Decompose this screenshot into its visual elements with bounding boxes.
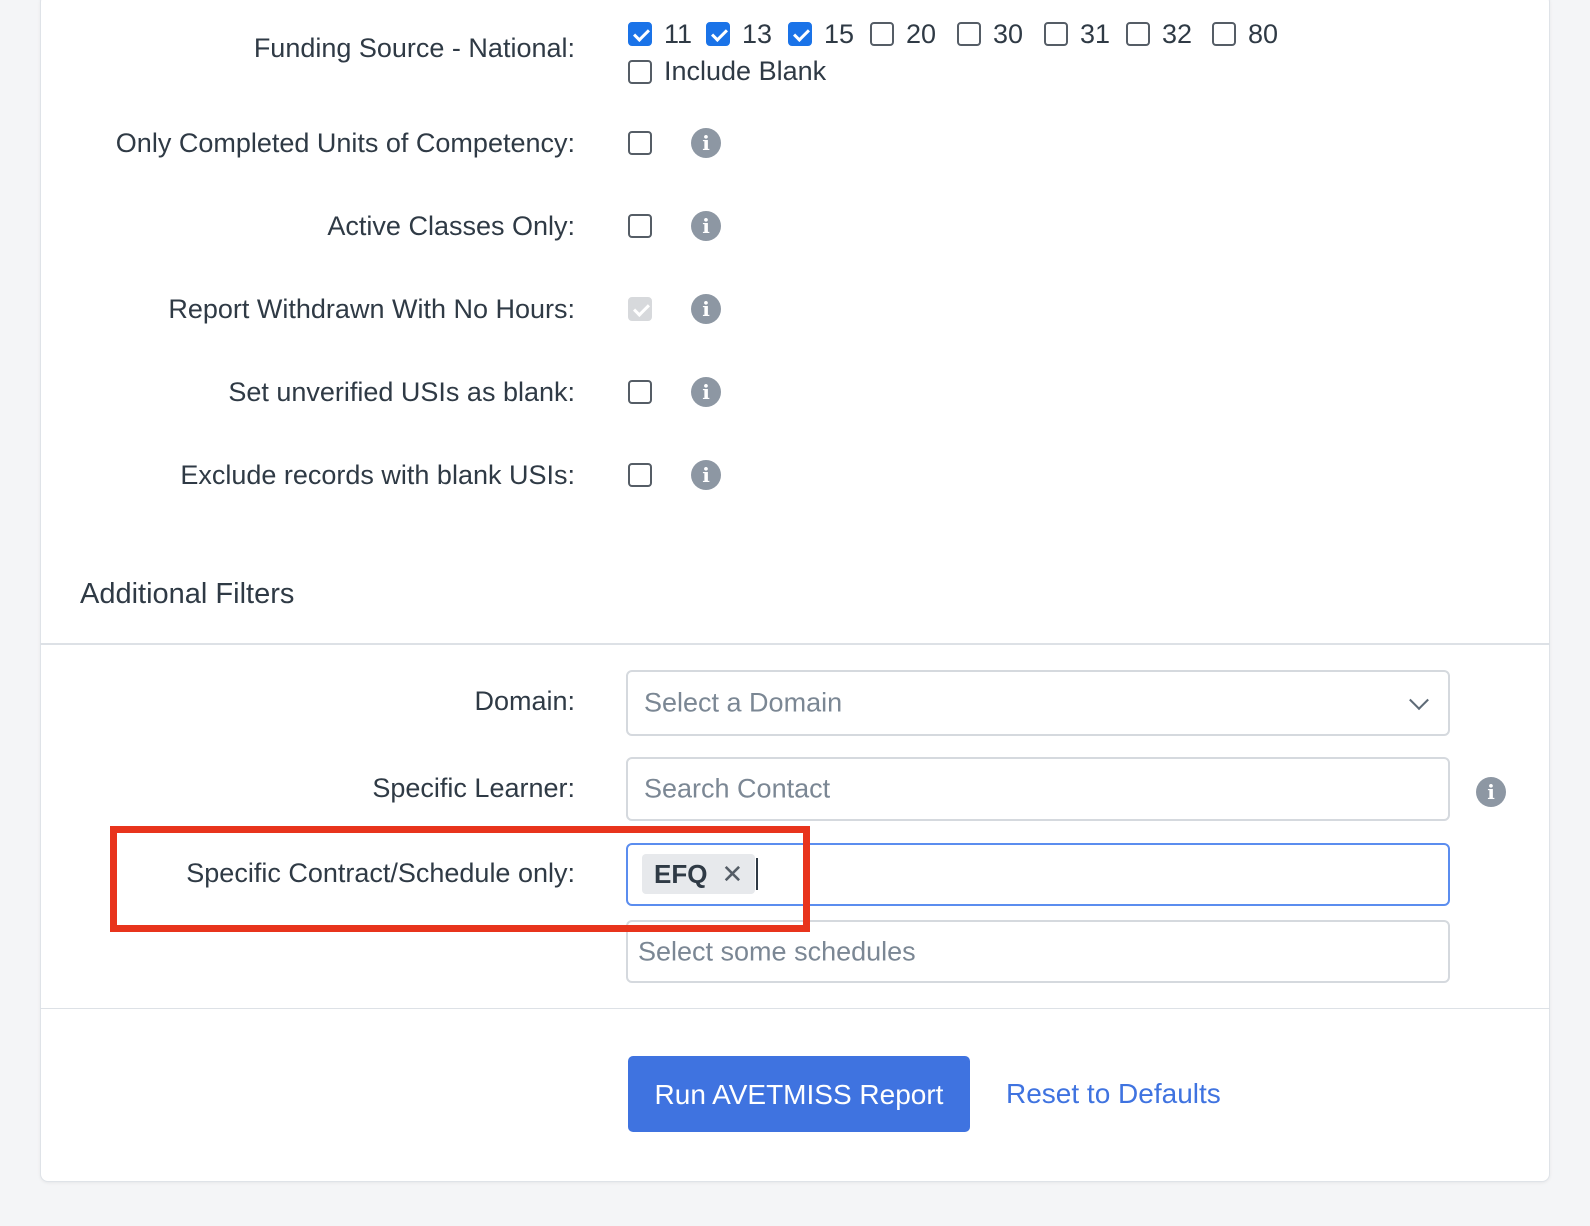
- run-report-button[interactable]: Run AVETMISS Report: [628, 1056, 970, 1132]
- funding-checkbox-80[interactable]: [1212, 22, 1236, 46]
- funding-checkbox-15[interactable]: [788, 22, 812, 46]
- exclude-blank-usis-label: Exclude records with blank USIs:: [180, 460, 575, 490]
- funding-checkbox-20[interactable]: [870, 22, 894, 46]
- funding-checkbox-32[interactable]: [1126, 22, 1150, 46]
- funding-checkbox-13[interactable]: [706, 22, 730, 46]
- funding-option-label: 11: [664, 19, 693, 49]
- schedules-placeholder: Select some schedules: [638, 936, 916, 966]
- completed-units-checkbox[interactable]: [628, 131, 652, 155]
- info-icon[interactable]: i: [691, 377, 721, 407]
- funding-option-label: 30: [993, 19, 1024, 49]
- learner-search-placeholder: Search Contact: [644, 773, 831, 804]
- funding-option-label: 32: [1162, 19, 1193, 49]
- active-classes-checkbox[interactable]: [628, 214, 652, 238]
- info-icon[interactable]: i: [691, 294, 721, 324]
- funding-checkbox-31[interactable]: [1044, 22, 1068, 46]
- include-blank-checkbox[interactable]: [628, 60, 652, 84]
- funding-option-label: 20: [906, 19, 937, 49]
- withdrawn-no-hours-label: Report Withdrawn With No Hours:: [168, 294, 575, 324]
- chevron-down-icon: [1409, 690, 1429, 711]
- domain-select-placeholder: Select a Domain: [644, 687, 843, 718]
- learner-search-input[interactable]: Search Contact: [626, 757, 1450, 821]
- footer-divider: [40, 1008, 1550, 1009]
- active-classes-label: Active Classes Only:: [327, 211, 575, 241]
- info-icon[interactable]: i: [1476, 777, 1506, 807]
- unverified-usis-checkbox[interactable]: [628, 380, 652, 404]
- additional-filters-title: Additional Filters: [80, 578, 295, 610]
- funding-option-label: 31: [1080, 19, 1111, 49]
- annotation-highlight-box: [110, 826, 810, 932]
- reset-defaults-link[interactable]: Reset to Defaults: [1006, 1078, 1221, 1110]
- learner-label: Specific Learner:: [372, 773, 575, 803]
- funding-checkbox-11[interactable]: [628, 22, 652, 46]
- funding-option-label: 13: [742, 19, 773, 49]
- info-icon[interactable]: i: [691, 211, 721, 241]
- funding-option-label: 80: [1248, 19, 1279, 49]
- info-icon[interactable]: i: [691, 128, 721, 158]
- domain-label: Domain:: [474, 686, 575, 716]
- exclude-blank-usis-checkbox[interactable]: [628, 463, 652, 487]
- funding-source-label: Funding Source - National:: [253, 33, 575, 63]
- domain-select[interactable]: Select a Domain: [626, 670, 1450, 736]
- funding-option-label: 15: [824, 19, 855, 49]
- funding-checkbox-30[interactable]: [957, 22, 981, 46]
- include-blank-label: Include Blank: [664, 56, 827, 86]
- completed-units-label: Only Completed Units of Competency:: [115, 128, 575, 158]
- section-divider: [40, 643, 1550, 645]
- withdrawn-no-hours-checkbox: [628, 297, 652, 321]
- unverified-usis-label: Set unverified USIs as blank:: [228, 377, 575, 407]
- info-icon[interactable]: i: [691, 460, 721, 490]
